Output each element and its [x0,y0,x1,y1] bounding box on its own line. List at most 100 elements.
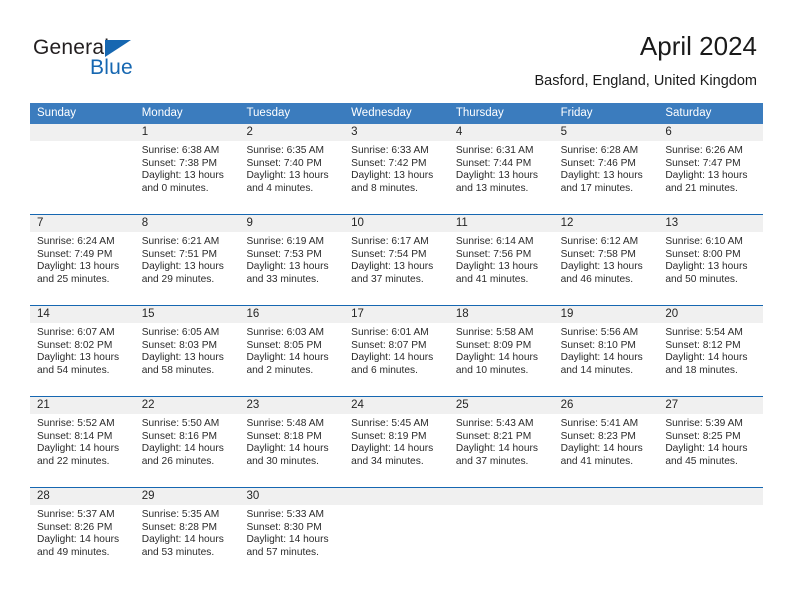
weekday-friday: Friday [560,107,593,119]
day-cell[interactable] [553,488,659,578]
sunset-text: Sunset: 8:26 PM [37,521,113,533]
day-cell[interactable]: 25 Sunrise: 5:43 AM Sunset: 8:21 PM Dayl… [448,397,554,487]
sunrise-text: Sunrise: 6:33 AM [351,145,429,156]
day-cell[interactable]: 15 Sunrise: 6:05 AM Sunset: 8:03 PM Dayl… [134,306,240,396]
day-cell[interactable]: 20 Sunrise: 5:54 AM Sunset: 8:12 PM Dayl… [658,306,764,396]
day-details: Sunrise: 6:31 AM Sunset: 7:44 PM Dayligh… [449,141,554,195]
sunset-text: Sunset: 8:05 PM [246,339,322,351]
day-number-band: 5 [553,124,659,141]
day-number: 13 [665,217,679,229]
sunrise-text: Sunrise: 5:45 AM [351,418,429,429]
daylight-text-line1: Daylight: 13 hours [560,261,643,273]
day-number-band: 4 [448,124,554,141]
day-number: 1 [141,126,149,138]
sunrise-text: Sunrise: 6:07 AM [37,327,115,338]
sunset-text: Sunset: 8:30 PM [246,521,322,533]
day-number: 25 [455,399,469,411]
day-details: Sunrise: 5:45 AM Sunset: 8:19 PM Dayligh… [344,414,449,468]
day-details: Sunrise: 6:21 AM Sunset: 7:51 PM Dayligh… [135,232,240,286]
day-cell[interactable]: 8 Sunrise: 6:21 AM Sunset: 7:51 PM Dayli… [134,215,240,305]
day-cell[interactable]: 28 Sunrise: 5:37 AM Sunset: 8:26 PM Dayl… [30,488,135,578]
day-cell[interactable]: 17 Sunrise: 6:01 AM Sunset: 8:07 PM Dayl… [344,306,449,396]
day-number-band: 22 [134,397,240,414]
day-cell[interactable]: 12 Sunrise: 6:12 AM Sunset: 7:58 PM Dayl… [553,215,659,305]
day-details: Sunrise: 5:33 AM Sunset: 8:30 PM Dayligh… [239,505,344,559]
daylight-text-line1: Daylight: 14 hours [246,534,329,546]
day-number: 3 [351,126,358,138]
day-number: 14 [37,308,50,320]
day-number: 18 [455,308,469,320]
sunset-text: Sunset: 7:56 PM [455,248,532,260]
day-cell[interactable]: 16 Sunrise: 6:03 AM Sunset: 8:05 PM Dayl… [239,306,345,396]
day-cell[interactable] [30,124,135,214]
day-details: Sunrise: 6:17 AM Sunset: 7:54 PM Dayligh… [344,232,449,286]
day-number-band: 12 [553,215,659,232]
sunrise-text: Sunrise: 6:03 AM [246,327,325,338]
daylight-text-line2: and 10 minutes. [455,364,529,376]
day-cell[interactable]: 26 Sunrise: 5:41 AM Sunset: 8:23 PM Dayl… [553,397,659,487]
day-number: 16 [246,308,260,320]
day-cell[interactable]: 30 Sunrise: 5:33 AM Sunset: 8:30 PM Dayl… [239,488,345,578]
day-cell[interactable]: 7 Sunrise: 6:24 AM Sunset: 7:49 PM Dayli… [30,215,135,305]
sunset-text: Sunset: 7:44 PM [455,157,532,169]
day-number-band: 30 [239,488,345,505]
sunrise-text: Sunrise: 5:33 AM [246,509,325,520]
sunset-text: Sunset: 7:53 PM [246,248,322,260]
day-cell[interactable]: 6 Sunrise: 6:26 AM Sunset: 7:47 PM Dayli… [658,124,764,214]
day-number: 6 [665,126,672,138]
daylight-text-line2: and 37 minutes. [455,455,529,467]
daylight-text-line1: Daylight: 14 hours [246,352,329,364]
day-cell[interactable]: 18 Sunrise: 5:58 AM Sunset: 8:09 PM Dayl… [448,306,554,396]
week-row: 7 Sunrise: 6:24 AM Sunset: 7:49 PM Dayli… [30,214,764,305]
logo-secondary-text: Blue [90,56,133,79]
day-number-band: 2 [239,124,345,141]
sunset-text: Sunset: 7:46 PM [560,157,636,169]
day-number-band: 26 [553,397,659,414]
daylight-text-line2: and 26 minutes. [141,455,215,467]
day-details: Sunrise: 6:01 AM Sunset: 8:07 PM Dayligh… [344,323,449,377]
general-blue-logo[interactable]: General Blue [33,36,233,84]
day-details: Sunrise: 5:37 AM Sunset: 8:26 PM Dayligh… [30,505,135,559]
day-cell[interactable]: 4 Sunrise: 6:31 AM Sunset: 7:44 PM Dayli… [448,124,554,214]
day-details: Sunrise: 6:19 AM Sunset: 7:53 PM Dayligh… [239,232,344,286]
weekday-sunday: Sunday [37,107,77,119]
day-cell[interactable] [344,488,449,578]
day-cell[interactable]: 14 Sunrise: 6:07 AM Sunset: 8:02 PM Dayl… [30,306,135,396]
day-cell[interactable]: 3 Sunrise: 6:33 AM Sunset: 7:42 PM Dayli… [344,124,449,214]
day-cell[interactable]: 23 Sunrise: 5:48 AM Sunset: 8:18 PM Dayl… [239,397,345,487]
weekday-saturday: Saturday [665,107,712,119]
day-cell[interactable]: 1 Sunrise: 6:38 AM Sunset: 7:38 PM Dayli… [134,124,240,214]
day-cell[interactable]: 21 Sunrise: 5:52 AM Sunset: 8:14 PM Dayl… [30,397,135,487]
sunset-text: Sunset: 8:19 PM [351,430,427,442]
day-cell[interactable]: 24 Sunrise: 5:45 AM Sunset: 8:19 PM Dayl… [344,397,449,487]
daylight-text-line1: Daylight: 14 hours [141,443,224,455]
day-cell[interactable] [658,488,764,578]
day-cell[interactable]: 5 Sunrise: 6:28 AM Sunset: 7:46 PM Dayli… [553,124,659,214]
daylight-text-line2: and 50 minutes. [665,273,738,285]
day-number-band: 15 [134,306,240,323]
day-cell[interactable]: 10 Sunrise: 6:17 AM Sunset: 7:54 PM Dayl… [344,215,449,305]
day-cell[interactable]: 19 Sunrise: 5:56 AM Sunset: 8:10 PM Dayl… [553,306,659,396]
day-cell[interactable]: 2 Sunrise: 6:35 AM Sunset: 7:40 PM Dayli… [239,124,345,214]
sunset-text: Sunset: 8:00 PM [665,248,741,260]
day-cell[interactable] [448,488,554,578]
sunrise-text: Sunrise: 6:10 AM [665,236,743,247]
day-cell[interactable]: 22 Sunrise: 5:50 AM Sunset: 8:16 PM Dayl… [134,397,240,487]
day-cell[interactable]: 11 Sunrise: 6:14 AM Sunset: 7:56 PM Dayl… [448,215,554,305]
daylight-text-line1: Daylight: 14 hours [665,443,748,455]
day-details: Sunrise: 5:43 AM Sunset: 8:21 PM Dayligh… [449,414,554,468]
daylight-text-line2: and 17 minutes. [560,182,634,194]
day-number: 23 [246,399,260,411]
sunset-text: Sunset: 8:18 PM [246,430,322,442]
day-number-band: 8 [134,215,240,232]
day-number-band: 1 [134,124,240,141]
sunset-text: Sunset: 7:58 PM [560,248,636,260]
day-details: Sunrise: 6:12 AM Sunset: 7:58 PM Dayligh… [554,232,659,286]
daylight-text-line2: and 58 minutes. [141,364,215,376]
day-cell[interactable]: 27 Sunrise: 5:39 AM Sunset: 8:25 PM Dayl… [658,397,764,487]
day-details: Sunrise: 5:54 AM Sunset: 8:12 PM Dayligh… [658,323,763,377]
day-cell[interactable]: 9 Sunrise: 6:19 AM Sunset: 7:53 PM Dayli… [239,215,345,305]
day-cell[interactable]: 13 Sunrise: 6:10 AM Sunset: 8:00 PM Dayl… [658,215,764,305]
day-number-band [448,488,554,505]
day-cell[interactable]: 29 Sunrise: 5:35 AM Sunset: 8:28 PM Dayl… [134,488,240,578]
